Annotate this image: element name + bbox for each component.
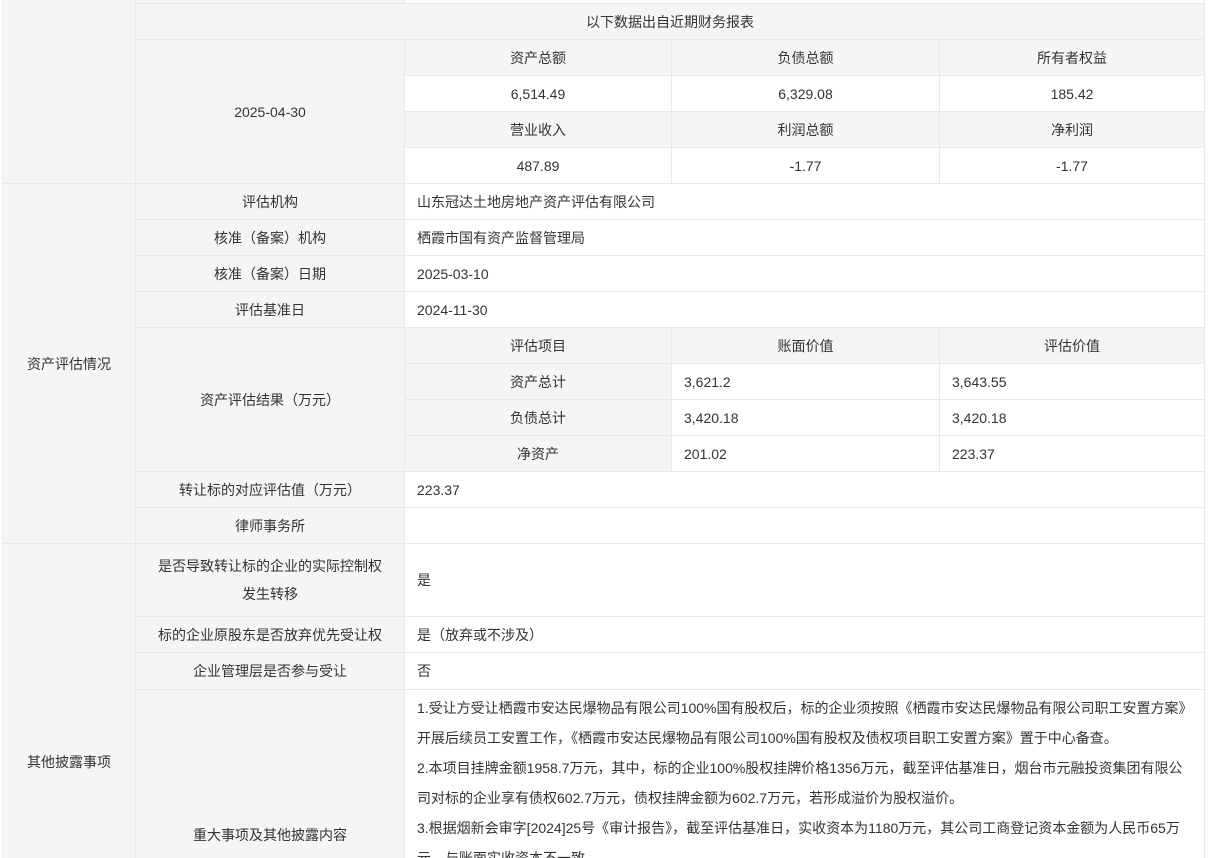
value-law-firm bbox=[405, 508, 1205, 544]
value-eval-agency: 山东冠达土地房地产资产评估有限公司 bbox=[405, 184, 1205, 220]
fin-header-revenue: 营业收入 bbox=[405, 112, 672, 148]
label-law-firm: 律师事务所 bbox=[136, 508, 405, 544]
financial-report-date: 2025-04-30 bbox=[136, 40, 405, 184]
fin-value-liabilities-total: 6,329.08 bbox=[672, 76, 940, 112]
financial-note: 以下数据出自近期财务报表 bbox=[136, 4, 1205, 40]
value-management-participation: 否 bbox=[405, 653, 1205, 690]
fin-header-liabilities-total: 负债总额 bbox=[672, 40, 940, 76]
eval-eval-liabilities: 3,420.18 bbox=[940, 400, 1205, 436]
fin-value-assets-total: 6,514.49 bbox=[405, 76, 672, 112]
eval-item-net-assets: 净资产 bbox=[405, 436, 672, 472]
label-eval-base-date: 评估基准日 bbox=[136, 292, 405, 328]
left-category-spacer-cell bbox=[3, 0, 136, 184]
eval-item-liabilities: 负债总计 bbox=[405, 400, 672, 436]
eval-header-item: 评估项目 bbox=[405, 328, 672, 364]
fin-value-net-profit: -1.77 bbox=[940, 148, 1205, 184]
fin-header-assets-total: 资产总额 bbox=[405, 40, 672, 76]
fin-header-profit-total: 利润总额 bbox=[672, 112, 940, 148]
disclosure-paragraph: 2.本项目挂牌金额1958.7万元，其中，标的企业100%股权挂牌价格1356万… bbox=[417, 753, 1188, 813]
disclosure-paragraph: 3.根据烟新会审字[2024]25号《审计报告》，截至评估基准日，实收资本为11… bbox=[417, 813, 1188, 858]
eval-book-liabilities: 3,420.18 bbox=[672, 400, 940, 436]
fin-value-revenue: 487.89 bbox=[405, 148, 672, 184]
value-approval-agency: 栖霞市国有资产监督管理局 bbox=[405, 220, 1205, 256]
disclosure-paragraph: 1.受让方受让栖霞市安达民爆物品有限公司100%国有股权后，标的企业须按照《栖霞… bbox=[417, 693, 1188, 753]
eval-eval-assets: 3,643.55 bbox=[940, 364, 1205, 400]
label-eval-result: 资产评估结果（万元） bbox=[136, 328, 405, 472]
fin-value-owners-equity: 185.42 bbox=[940, 76, 1205, 112]
disclosure-table: 资产评估情况 其他披露事项 以下数据出自近期财务报表 2025-04-30 资产… bbox=[2, 0, 1205, 858]
label-approval-date: 核准（备案）日期 bbox=[136, 256, 405, 292]
fin-header-owners-equity: 所有者权益 bbox=[940, 40, 1205, 76]
label-shareholder-waiver: 标的企业原股东是否放弃优先受让权 bbox=[136, 617, 405, 653]
fin-value-profit-total: -1.77 bbox=[672, 148, 940, 184]
value-major-matters: 1.受让方受让栖霞市安达民爆物品有限公司100%国有股权后，标的企业须按照《栖霞… bbox=[405, 690, 1205, 858]
section-title-other-disclosure: 其他披露事项 bbox=[3, 544, 136, 858]
label-approval-agency: 核准（备案）机构 bbox=[136, 220, 405, 256]
label-transfer-eval-value: 转让标的对应评估值（万元） bbox=[136, 472, 405, 508]
label-major-matters: 重大事项及其他披露内容 bbox=[136, 690, 405, 858]
eval-item-assets: 资产总计 bbox=[405, 364, 672, 400]
value-approval-date: 2025-03-10 bbox=[405, 256, 1205, 292]
value-transfer-eval-value: 223.37 bbox=[405, 472, 1205, 508]
eval-eval-net-assets: 223.37 bbox=[940, 436, 1205, 472]
value-control-transfer: 是 bbox=[405, 544, 1205, 617]
eval-book-net-assets: 201.02 bbox=[672, 436, 940, 472]
eval-header-book-value: 账面价值 bbox=[672, 328, 940, 364]
label-eval-agency: 评估机构 bbox=[136, 184, 405, 220]
label-management-participation: 企业管理层是否参与受让 bbox=[136, 653, 405, 690]
value-shareholder-waiver: 是（放弃或不涉及） bbox=[405, 617, 1205, 653]
fin-header-net-profit: 净利润 bbox=[940, 112, 1205, 148]
eval-header-eval-value: 评估价值 bbox=[940, 328, 1205, 364]
eval-book-assets: 3,621.2 bbox=[672, 364, 940, 400]
value-eval-base-date: 2024-11-30 bbox=[405, 292, 1205, 328]
label-control-transfer: 是否导致转让标的企业的实际控制权发生转移 bbox=[136, 544, 405, 617]
section-title-asset-eval: 资产评估情况 bbox=[3, 184, 136, 544]
